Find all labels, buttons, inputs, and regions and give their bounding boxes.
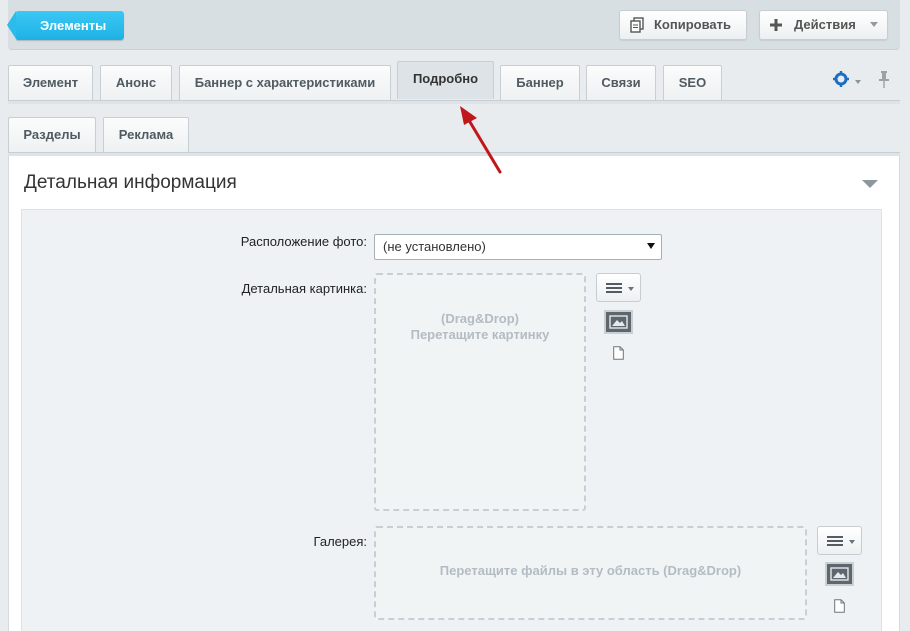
detail-picture-menu-button[interactable] (596, 273, 641, 302)
gallery-label: Галерея: (313, 534, 367, 549)
top-toolbar: Элементы Копировать Действия (6, 0, 900, 50)
gallery-image-icon[interactable] (825, 562, 854, 586)
photo-position-value: (не установлено) (383, 239, 486, 254)
gallery-menu-button[interactable] (817, 526, 862, 555)
back-to-elements-button[interactable]: Элементы (6, 11, 125, 40)
photo-position-label: Расположение фото: (240, 234, 367, 249)
file-icon[interactable] (613, 346, 624, 360)
chevron-down-icon (870, 22, 878, 27)
actions-button-label: Действия (794, 17, 856, 32)
detail-picture-label: Детальная картинка: (241, 281, 367, 296)
menu-icon (606, 283, 622, 293)
gear-chevron-down-icon[interactable] (855, 80, 861, 84)
pin-icon[interactable] (878, 70, 890, 90)
tab-seo[interactable]: SEO (663, 65, 722, 100)
collapse-arrow-icon[interactable] (862, 180, 878, 188)
copy-icon (630, 11, 644, 43)
tab-element[interactable]: Элемент (8, 65, 93, 100)
section-title: Детальная информация (24, 172, 237, 193)
tab-sections[interactable]: Разделы (8, 117, 96, 152)
gallery-file-icon[interactable] (834, 599, 845, 613)
tab-announce[interactable]: Анонс (100, 65, 172, 100)
tab-advertising[interactable]: Реклама (103, 117, 189, 152)
select-arrow-icon (647, 243, 655, 249)
detail-picture-dropzone[interactable]: (Drag&Drop) Перетащите картинку (374, 273, 586, 511)
annotation-arrow-icon (460, 106, 502, 174)
image-icon[interactable] (604, 310, 633, 334)
detail-drop-hint-1: (Drag&Drop) (441, 311, 519, 326)
gallery-dropzone[interactable]: Перетащите файлы в эту область (Drag&Dro… (374, 526, 807, 620)
plus-icon (770, 11, 782, 41)
form-area: Расположение фото: (не установлено) Дета… (21, 209, 882, 631)
actions-button[interactable]: Действия (759, 10, 888, 40)
photo-position-select[interactable]: (не установлено) (374, 234, 662, 260)
detail-drop-hint-2: Перетащите картинку (410, 327, 550, 342)
tab-links[interactable]: Связи (586, 65, 656, 100)
chevron-down-icon (849, 540, 855, 544)
tab-banner[interactable]: Баннер (500, 65, 580, 100)
details-panel: Детальная информация Расположение фото: … (8, 156, 900, 631)
gear-icon[interactable] (833, 71, 849, 92)
tab-banner-features[interactable]: Баннер с характеристиками (179, 65, 391, 100)
chevron-down-icon (628, 287, 634, 291)
gallery-drop-hint: Перетащите файлы в эту область (Drag&Dro… (439, 563, 742, 578)
tabs-divider (8, 100, 900, 104)
tab-details[interactable]: Подробно (397, 61, 494, 99)
copy-button[interactable]: Копировать (619, 10, 747, 40)
copy-button-label: Копировать (654, 17, 732, 32)
menu-icon (827, 536, 843, 546)
